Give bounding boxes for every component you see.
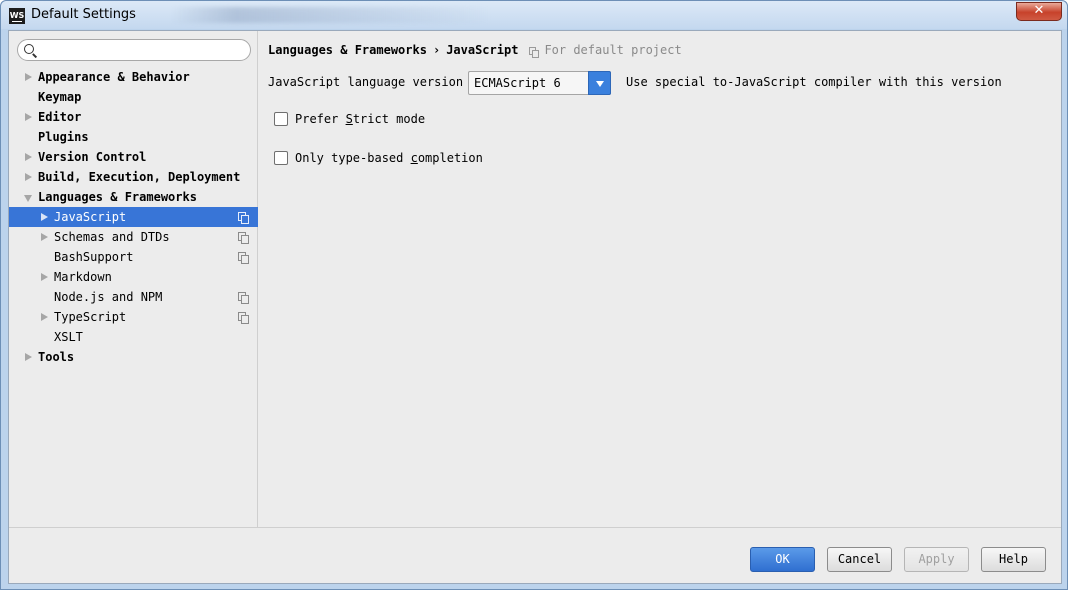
expand-arrow-icon[interactable]: [25, 353, 32, 361]
prefer-strict-mode-checkbox[interactable]: [274, 112, 288, 126]
close-icon: ✕: [1033, 3, 1045, 18]
title-bar[interactable]: WS Default Settings ✕: [1, 1, 1067, 29]
language-version-label: JavaScript language version: [268, 75, 464, 89]
chevron-down-icon[interactable]: [588, 71, 611, 95]
language-version-value: ECMAScript 6: [474, 76, 561, 90]
sidebar-item[interactable]: Version Control: [9, 147, 258, 167]
sidebar-item-label: Plugins: [38, 130, 89, 144]
apply-button[interactable]: Apply: [904, 547, 969, 572]
sidebar-item[interactable]: JavaScript: [9, 207, 258, 227]
language-version-hint: Use special to-JavaScript compiler with …: [626, 75, 1002, 89]
sidebar-item-label: Languages & Frameworks: [38, 190, 197, 204]
expand-arrow-icon[interactable]: [41, 213, 48, 221]
project-level-copy-icon: [238, 312, 249, 324]
settings-panel: Languages & Frameworks › JavaScript For def…: [268, 31, 1062, 527]
project-level-copy-icon: [238, 232, 249, 244]
prefer-strict-mode-label[interactable]: Prefer Strict mode: [295, 111, 425, 127]
sidebar-item[interactable]: Markdown: [9, 267, 258, 287]
sidebar-item[interactable]: Node.js and NPM: [9, 287, 258, 307]
project-level-copy-icon: [238, 292, 249, 304]
settings-tree: Appearance & Behavior Keymap Editor Plugins…: [9, 67, 258, 367]
breadcrumb: Languages & Frameworks › JavaScript For def…: [268, 42, 682, 58]
blurred-taskbar-text: [171, 7, 491, 23]
expand-arrow-icon[interactable]: [25, 113, 32, 121]
project-level-copy-icon: [238, 252, 249, 264]
close-button[interactable]: ✕: [1016, 2, 1062, 21]
dialog-content: Appearance & Behavior Keymap Editor Plugins…: [8, 30, 1062, 584]
type-based-completion-checkbox[interactable]: [274, 151, 288, 165]
expand-arrow-icon[interactable]: [41, 233, 48, 241]
collapse-arrow-icon[interactable]: [24, 195, 32, 202]
sidebar-item[interactable]: Schemas and DTDs: [9, 227, 258, 247]
sidebar-item-label: Schemas and DTDs: [54, 230, 170, 244]
sidebar-item[interactable]: Keymap: [9, 87, 258, 107]
sidebar-item[interactable]: Editor: [9, 107, 258, 127]
sidebar-item-label: BashSupport: [54, 250, 134, 264]
project-level-copy-icon: [238, 212, 249, 224]
search-input[interactable]: [40, 42, 244, 58]
language-version-select[interactable]: ECMAScript 6: [468, 71, 611, 95]
sidebar-item[interactable]: Plugins: [9, 127, 258, 147]
settings-search[interactable]: [17, 39, 251, 61]
sidebar-item-label: Node.js and NPM: [54, 290, 163, 304]
ok-button[interactable]: OK: [750, 547, 815, 572]
sidebar-item[interactable]: XSLT: [9, 327, 258, 347]
sidebar-item[interactable]: TypeScript: [9, 307, 258, 327]
cancel-button[interactable]: Cancel: [827, 547, 892, 572]
window-title: Default Settings: [31, 7, 136, 22]
breadcrumb-parent[interactable]: Languages & Frameworks: [268, 43, 427, 57]
sidebar-item[interactable]: Appearance & Behavior: [9, 67, 258, 87]
sidebar-item-label: Editor: [38, 110, 82, 124]
sidebar-item[interactable]: BashSupport: [9, 247, 258, 267]
sidebar-item-label: Appearance & Behavior: [38, 70, 190, 84]
breadcrumb-current: JavaScript: [446, 43, 519, 57]
sidebar-item[interactable]: Tools: [9, 347, 258, 367]
dialog-footer: OK Cancel Apply Help: [9, 527, 1061, 583]
sidebar-item-label: Tools: [38, 350, 75, 364]
settings-window: WS Default Settings ✕ Appearance & Behav…: [0, 0, 1068, 590]
sidebar-item-label: Keymap: [38, 90, 82, 104]
expand-arrow-icon[interactable]: [25, 173, 32, 181]
expand-arrow-icon[interactable]: [41, 273, 48, 281]
expand-arrow-icon[interactable]: [41, 313, 48, 321]
expand-arrow-icon[interactable]: [25, 153, 32, 161]
sidebar-item-label: XSLT: [54, 330, 83, 344]
sidebar-item-label: TypeScript: [54, 310, 127, 324]
webstorm-app-icon: WS: [9, 8, 25, 24]
settings-sidebar: Appearance & Behavior Keymap Editor Plugins…: [9, 31, 258, 527]
breadcrumb-separator: ›: [432, 43, 441, 57]
expand-arrow-icon[interactable]: [25, 73, 32, 81]
sidebar-item-label: Build, Execution, Deployment: [38, 170, 241, 184]
sidebar-item-label: Markdown: [54, 270, 112, 284]
default-project-note: For default project: [528, 43, 681, 57]
search-icon: [24, 44, 34, 54]
sidebar-item[interactable]: Languages & Frameworks: [9, 187, 258, 207]
help-button[interactable]: Help: [981, 547, 1046, 572]
sidebar-item-label: Version Control: [38, 150, 147, 164]
type-based-completion-label[interactable]: Only type-based completion: [295, 150, 483, 166]
sidebar-item-label: JavaScript: [54, 210, 127, 224]
sidebar-item[interactable]: Build, Execution, Deployment: [9, 167, 258, 187]
